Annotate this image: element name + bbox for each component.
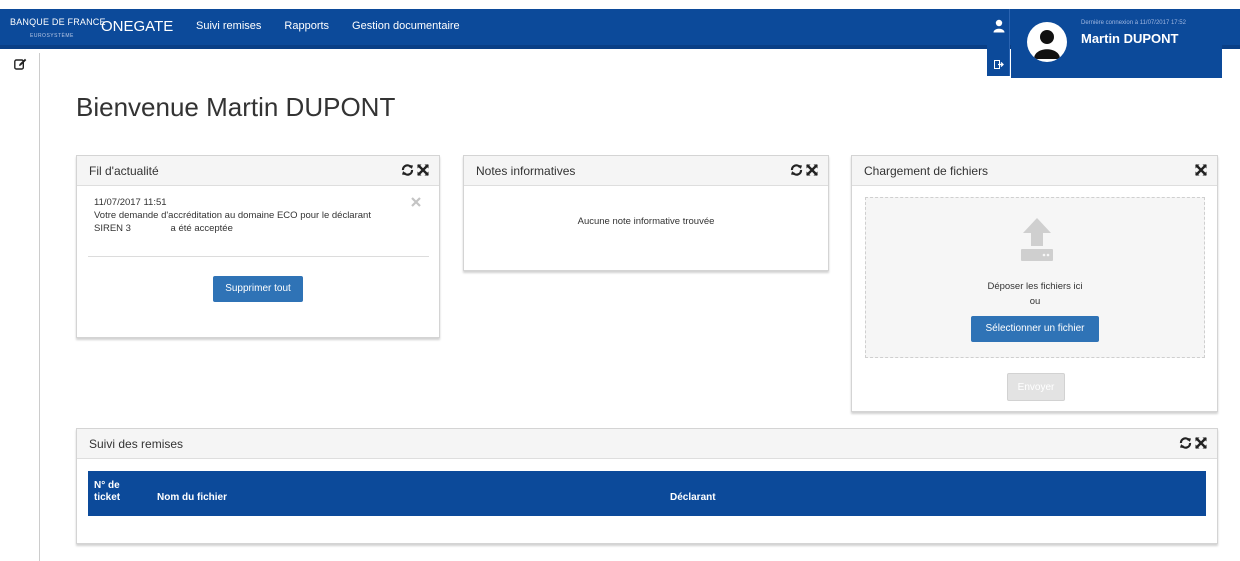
select-file-button[interactable]: Sélectionner un fichier xyxy=(971,316,1099,342)
nav-gestion-documentaire[interactable]: Gestion documentaire xyxy=(352,20,460,32)
panel-header: Fil d'actualité xyxy=(77,156,439,186)
expand-icon[interactable] xyxy=(806,164,818,176)
user-icon[interactable] xyxy=(987,19,1010,38)
column-header-ticket[interactable]: N° de ticket xyxy=(94,480,134,504)
news-message-line1: Votre demande d'accréditation au domaine… xyxy=(94,210,371,221)
upload-icon xyxy=(1020,216,1054,269)
panel-tools xyxy=(1179,437,1207,449)
news-feed-panel: Fil d'actualité 11/07/2017 11:51 Votre d… xyxy=(76,155,440,338)
file-dropzone[interactable]: Déposer les fichiers ici ou Sélectionner… xyxy=(865,197,1205,358)
drop-or-text: ou xyxy=(1029,296,1041,307)
left-sidebar xyxy=(0,53,40,561)
refresh-icon[interactable] xyxy=(1179,437,1192,449)
column-header-filename[interactable]: Nom du fichier xyxy=(157,492,227,503)
nav-suivi-remises[interactable]: Suivi remises xyxy=(196,20,261,32)
panel-title: Chargement de fichiers xyxy=(864,164,989,178)
panel-title: Suivi des remises xyxy=(89,437,184,451)
user-actions-column xyxy=(987,9,1010,76)
refresh-icon[interactable] xyxy=(790,164,803,176)
expand-icon[interactable] xyxy=(1195,437,1207,449)
expand-icon[interactable] xyxy=(1195,164,1207,176)
file-upload-panel: Chargement de fichiers Déposer les fichi… xyxy=(851,155,1218,412)
panel-title: Fil d'actualité xyxy=(89,164,159,178)
main-nav: Suivi remises Rapports Gestion documenta… xyxy=(196,20,483,32)
avatar xyxy=(1027,22,1067,62)
logout-icon[interactable] xyxy=(987,56,1010,74)
column-header-declarant[interactable]: Déclarant xyxy=(670,492,716,503)
panel-header: Suivi des remises xyxy=(77,429,1217,459)
news-date: 11/07/2017 11:51 xyxy=(94,197,167,208)
news-message-line2: SIREN 3 a été acceptée xyxy=(94,223,233,234)
panel-tools xyxy=(790,164,818,176)
refresh-icon[interactable] xyxy=(401,164,414,176)
user-panel[interactable]: Dernière connexion à 11/07/2017 17:52 Ma… xyxy=(1011,9,1222,78)
edit-icon[interactable] xyxy=(14,58,27,73)
expand-icon[interactable] xyxy=(417,164,429,176)
app-name[interactable]: ONEGATE xyxy=(101,18,173,35)
news-item: 11/07/2017 11:51 Votre demande d'accrédi… xyxy=(88,196,429,257)
submission-tracking-panel: Suivi des remises N° de ticket Nom du fi… xyxy=(76,428,1218,544)
banque-de-france-logo[interactable]: BANQUE DE FRANCE EUROSYSTÈME xyxy=(10,17,106,39)
empty-notes-message: Aucune note informative trouvée xyxy=(577,216,715,227)
info-notes-panel: Notes informatives Aucune note informati… xyxy=(463,155,829,271)
brand-subtitle: EUROSYSTÈME xyxy=(30,33,74,39)
panel-tools xyxy=(1195,164,1207,176)
page-title: Bienvenue Martin DUPONT xyxy=(76,92,396,122)
delete-all-button[interactable]: Supprimer tout xyxy=(213,276,303,302)
panel-header: Chargement de fichiers xyxy=(852,156,1217,186)
user-name: Martin DUPONT xyxy=(1081,31,1179,46)
last-login: Dernière connexion à 11/07/2017 17:52 xyxy=(1081,20,1186,26)
send-button[interactable]: Envoyer xyxy=(1007,373,1065,401)
drop-instructions: Déposer les fichiers ici xyxy=(987,281,1083,292)
panel-title: Notes informatives xyxy=(476,164,576,178)
nav-rapports[interactable]: Rapports xyxy=(284,20,329,32)
panel-tools xyxy=(401,164,429,176)
panel-header: Notes informatives xyxy=(464,156,828,186)
table-header: N° de ticket Nom du fichier Déclarant xyxy=(88,471,1206,516)
brand-name: BANQUE DE FRANCE xyxy=(10,17,106,27)
close-icon[interactable] xyxy=(411,196,421,209)
